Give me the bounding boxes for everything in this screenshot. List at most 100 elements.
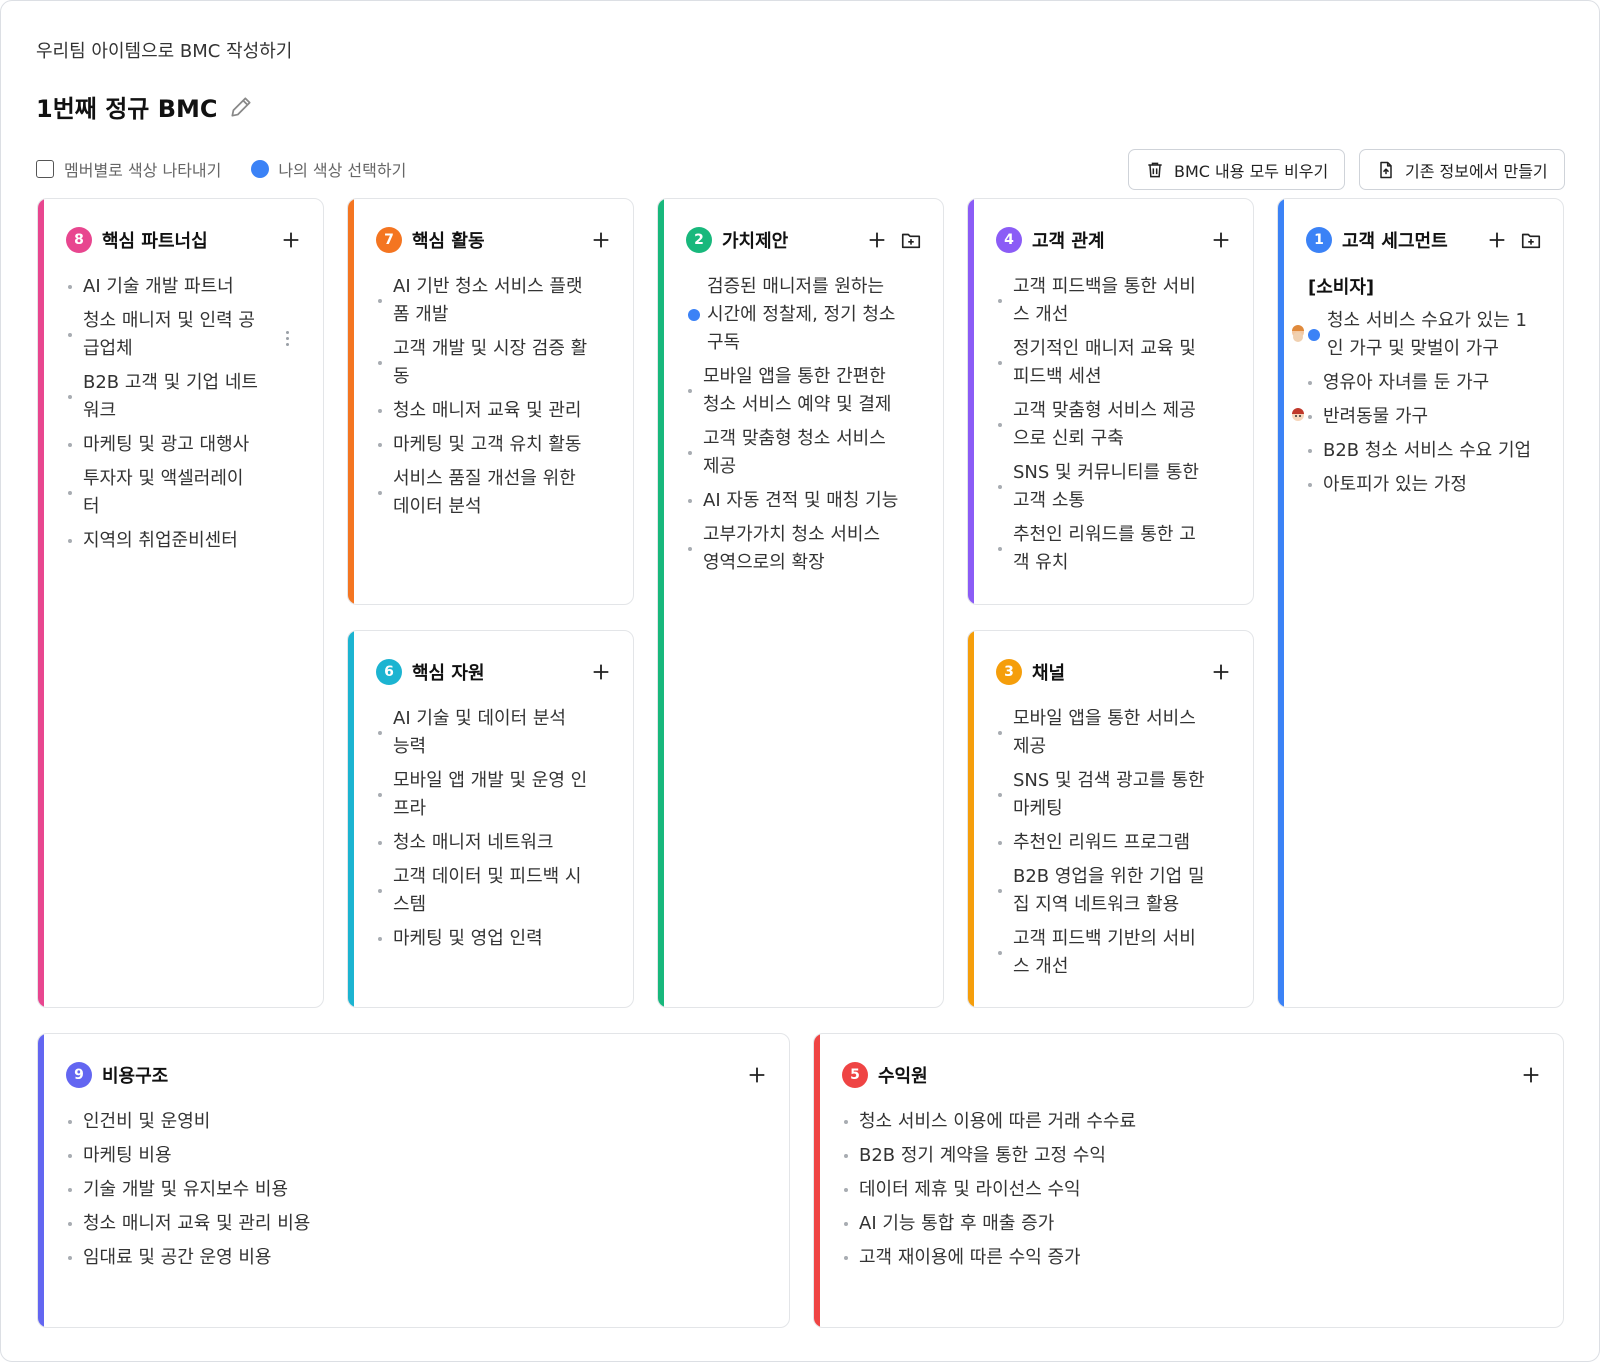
list-item[interactable]: 모바일 앱 개발 및 운영 인프라 bbox=[378, 767, 588, 823]
add-plus-icon[interactable] bbox=[745, 1063, 769, 1087]
block-number-badge: 2 bbox=[686, 227, 712, 253]
block-number-badge: 8 bbox=[66, 227, 92, 253]
file-upload-icon bbox=[1380, 161, 1392, 178]
list-item[interactable]: 영유아 자녀를 둔 가구 bbox=[1308, 369, 1533, 397]
list-item[interactable]: SNS 및 커뮤니티를 통한 고객 소통 bbox=[998, 459, 1210, 515]
list-item[interactable]: AI 기술 및 데이터 분석 능력 bbox=[378, 705, 588, 761]
block-title: 수익원 bbox=[878, 1066, 928, 1087]
accent-bar bbox=[1278, 199, 1284, 1007]
list-item[interactable]: AI 자동 견적 및 매칭 기능 bbox=[688, 487, 900, 515]
add-plus-icon[interactable] bbox=[1209, 660, 1233, 684]
accent-bar bbox=[38, 199, 44, 1007]
add-plus-icon[interactable] bbox=[865, 228, 889, 252]
list-item[interactable]: 모바일 앱을 통한 서비스 제공 bbox=[998, 705, 1210, 761]
member-color-dot bbox=[1308, 329, 1320, 341]
block-number-badge: 7 bbox=[376, 227, 402, 253]
block-title: 고객 세그먼트 bbox=[1342, 231, 1448, 252]
drag-handle-icon[interactable] bbox=[286, 331, 290, 346]
trash-icon bbox=[1148, 162, 1162, 177]
accent-bar bbox=[814, 1034, 820, 1327]
list-item[interactable]: 청소 매니저 교육 및 관리 bbox=[378, 397, 588, 425]
list-item[interactable]: 아토피가 있는 가정 bbox=[1308, 471, 1533, 499]
title-row: 1번째 정규 BMC bbox=[36, 89, 254, 124]
list-item[interactable]: 정기적인 매니저 교육 및 피드백 세션 bbox=[998, 335, 1210, 391]
block-value-propositions: 2 가치제안 검증된 매니저를 원하는 시간에 정찰제, 정기 청소 구독 모바… bbox=[657, 198, 944, 1008]
list-item[interactable]: 검증된 매니저를 원하는 시간에 정찰제, 정기 청소 구독 bbox=[688, 273, 900, 357]
clear-bmc-label: BMC 내용 모두 비우기 bbox=[1174, 161, 1329, 181]
list-item[interactable]: 청소 서비스 수요가 있는 1인 가구 및 맞벌이 가구 bbox=[1292, 307, 1533, 363]
list-item[interactable]: B2B 청소 서비스 수요 기업 bbox=[1308, 437, 1533, 465]
member-color-checkbox[interactable] bbox=[36, 160, 54, 178]
add-plus-icon[interactable] bbox=[1519, 1063, 1543, 1087]
list-item[interactable]: 마케팅 및 광고 대행사 bbox=[68, 431, 258, 459]
list-item[interactable]: 청소 매니저 네트워크 bbox=[378, 829, 588, 857]
add-folder-icon[interactable] bbox=[1519, 228, 1543, 252]
member-color-label: 멤버별로 색상 나타내기 bbox=[64, 161, 222, 180]
block-number-badge: 3 bbox=[996, 659, 1022, 685]
bmc-canvas: 우리팀 아이템으로 BMC 작성하기 1번째 정규 BMC 멤버별로 색상 나타… bbox=[0, 0, 1600, 1362]
add-folder-icon[interactable] bbox=[899, 228, 923, 252]
list-item[interactable]: B2B 정기 계약을 통한 고정 수익 bbox=[844, 1142, 1535, 1170]
member-avatar-icon bbox=[1290, 323, 1306, 347]
accent-bar bbox=[968, 199, 974, 604]
list-item[interactable]: 지역의 취업준비센터 bbox=[68, 527, 258, 555]
list-item[interactable]: AI 기능 통합 후 매출 증가 bbox=[844, 1210, 1535, 1238]
list-item[interactable]: SNS 및 검색 광고를 통한 마케팅 bbox=[998, 767, 1210, 823]
list-item[interactable]: AI 기술 개발 파트너 bbox=[68, 273, 258, 301]
list-item[interactable]: 서비스 품질 개선을 위한 데이터 분석 bbox=[378, 465, 588, 521]
list-item[interactable]: 마케팅 및 영업 인력 bbox=[378, 925, 588, 953]
block-number-badge: 9 bbox=[66, 1062, 92, 1088]
block-title: 핵심 자원 bbox=[412, 663, 485, 684]
list-item[interactable]: 고객 개발 및 시장 검증 활동 bbox=[378, 335, 588, 391]
list-item[interactable]: 청소 매니저 교육 및 관리 비용 bbox=[68, 1210, 761, 1238]
list-item[interactable]: 데이터 제휴 및 라이선스 수익 bbox=[844, 1176, 1535, 1204]
my-color-dot[interactable] bbox=[251, 160, 270, 178]
import-bmc-label: 기존 정보에서 만들기 bbox=[1405, 161, 1548, 181]
list-item[interactable]: 고객 피드백을 통한 서비스 개선 bbox=[998, 273, 1210, 329]
list-item[interactable]: 추천인 리워드를 통한 고객 유치 bbox=[998, 521, 1210, 577]
edit-pencil-icon[interactable] bbox=[228, 94, 254, 120]
my-color-label[interactable]: 나의 색상 선택하기 bbox=[278, 157, 406, 181]
member-color-dot bbox=[688, 309, 700, 321]
list-item[interactable]: 기술 개발 및 유지보수 비용 bbox=[68, 1176, 761, 1204]
block-number-badge: 1 bbox=[1306, 227, 1332, 253]
list-item[interactable]: 청소 서비스 이용에 따른 거래 수수료 bbox=[844, 1108, 1535, 1136]
list-item[interactable]: 고부가가치 청소 서비스 영역으로의 확장 bbox=[688, 521, 900, 577]
list-item[interactable]: 투자자 및 액셀러레이터 bbox=[68, 465, 258, 521]
list-item[interactable]: 고객 데이터 및 피드백 시스템 bbox=[378, 863, 588, 919]
import-bmc-button[interactable]: 기존 정보에서 만들기 bbox=[1359, 149, 1565, 190]
accent-bar bbox=[968, 631, 974, 1007]
list-item[interactable]: 반려동물 가구 bbox=[1292, 403, 1533, 431]
list-item[interactable]: 고객 피드백 기반의 서비스 개선 bbox=[998, 925, 1210, 981]
block-key-activities: 7 핵심 활동 AI 기반 청소 서비스 플랫폼 개발 고객 개발 및 시장 검… bbox=[347, 198, 634, 605]
page-subtitle: 우리팀 아이템으로 BMC 작성하기 bbox=[36, 41, 293, 62]
list-item[interactable]: AI 기반 청소 서비스 플랫폼 개발 bbox=[378, 273, 588, 329]
list-item[interactable]: 고객 재이용에 따른 수익 증가 bbox=[844, 1244, 1535, 1272]
list-item[interactable]: 추천인 리워드 프로그램 bbox=[998, 829, 1210, 857]
add-plus-icon[interactable] bbox=[589, 660, 613, 684]
member-avatar-icon bbox=[1290, 405, 1306, 429]
list-item[interactable]: 인건비 및 운영비 bbox=[68, 1108, 761, 1136]
list-item[interactable]: 임대료 및 공간 운영 비용 bbox=[68, 1244, 761, 1272]
add-plus-icon[interactable] bbox=[1209, 228, 1233, 252]
add-plus-icon[interactable] bbox=[279, 228, 303, 252]
list-item[interactable]: 청소 매니저 및 인력 공급업체 bbox=[68, 307, 258, 363]
block-number-badge: 5 bbox=[842, 1062, 868, 1088]
add-plus-icon[interactable] bbox=[589, 228, 613, 252]
block-title: 비용구조 bbox=[102, 1066, 169, 1087]
list-item[interactable]: 마케팅 및 고객 유치 활동 bbox=[378, 431, 588, 459]
list-item[interactable]: B2B 영업을 위한 기업 밀집 지역 네트워크 활용 bbox=[998, 863, 1210, 919]
list-item[interactable]: 고객 맞춤형 청소 서비스 제공 bbox=[688, 425, 900, 481]
block-number-badge: 4 bbox=[996, 227, 1022, 253]
block-title: 핵심 활동 bbox=[412, 231, 485, 252]
accent-bar bbox=[348, 199, 354, 604]
list-item[interactable]: 모바일 앱을 통한 간편한 청소 서비스 예약 및 결제 bbox=[688, 363, 900, 419]
clear-bmc-button[interactable]: BMC 내용 모두 비우기 bbox=[1128, 149, 1346, 190]
page-title: 1번째 정규 BMC bbox=[36, 95, 218, 123]
add-plus-icon[interactable] bbox=[1485, 228, 1509, 252]
list-item[interactable]: B2B 고객 및 기업 네트워크 bbox=[68, 369, 258, 425]
block-title: 핵심 파트너십 bbox=[102, 231, 208, 252]
list-item[interactable]: 마케팅 비용 bbox=[68, 1142, 761, 1170]
block-customer-relationships: 4 고객 관계 고객 피드백을 통한 서비스 개선 정기적인 매니저 교육 및 … bbox=[967, 198, 1254, 605]
list-item[interactable]: 고객 맞춤형 서비스 제공으로 신뢰 구축 bbox=[998, 397, 1210, 453]
